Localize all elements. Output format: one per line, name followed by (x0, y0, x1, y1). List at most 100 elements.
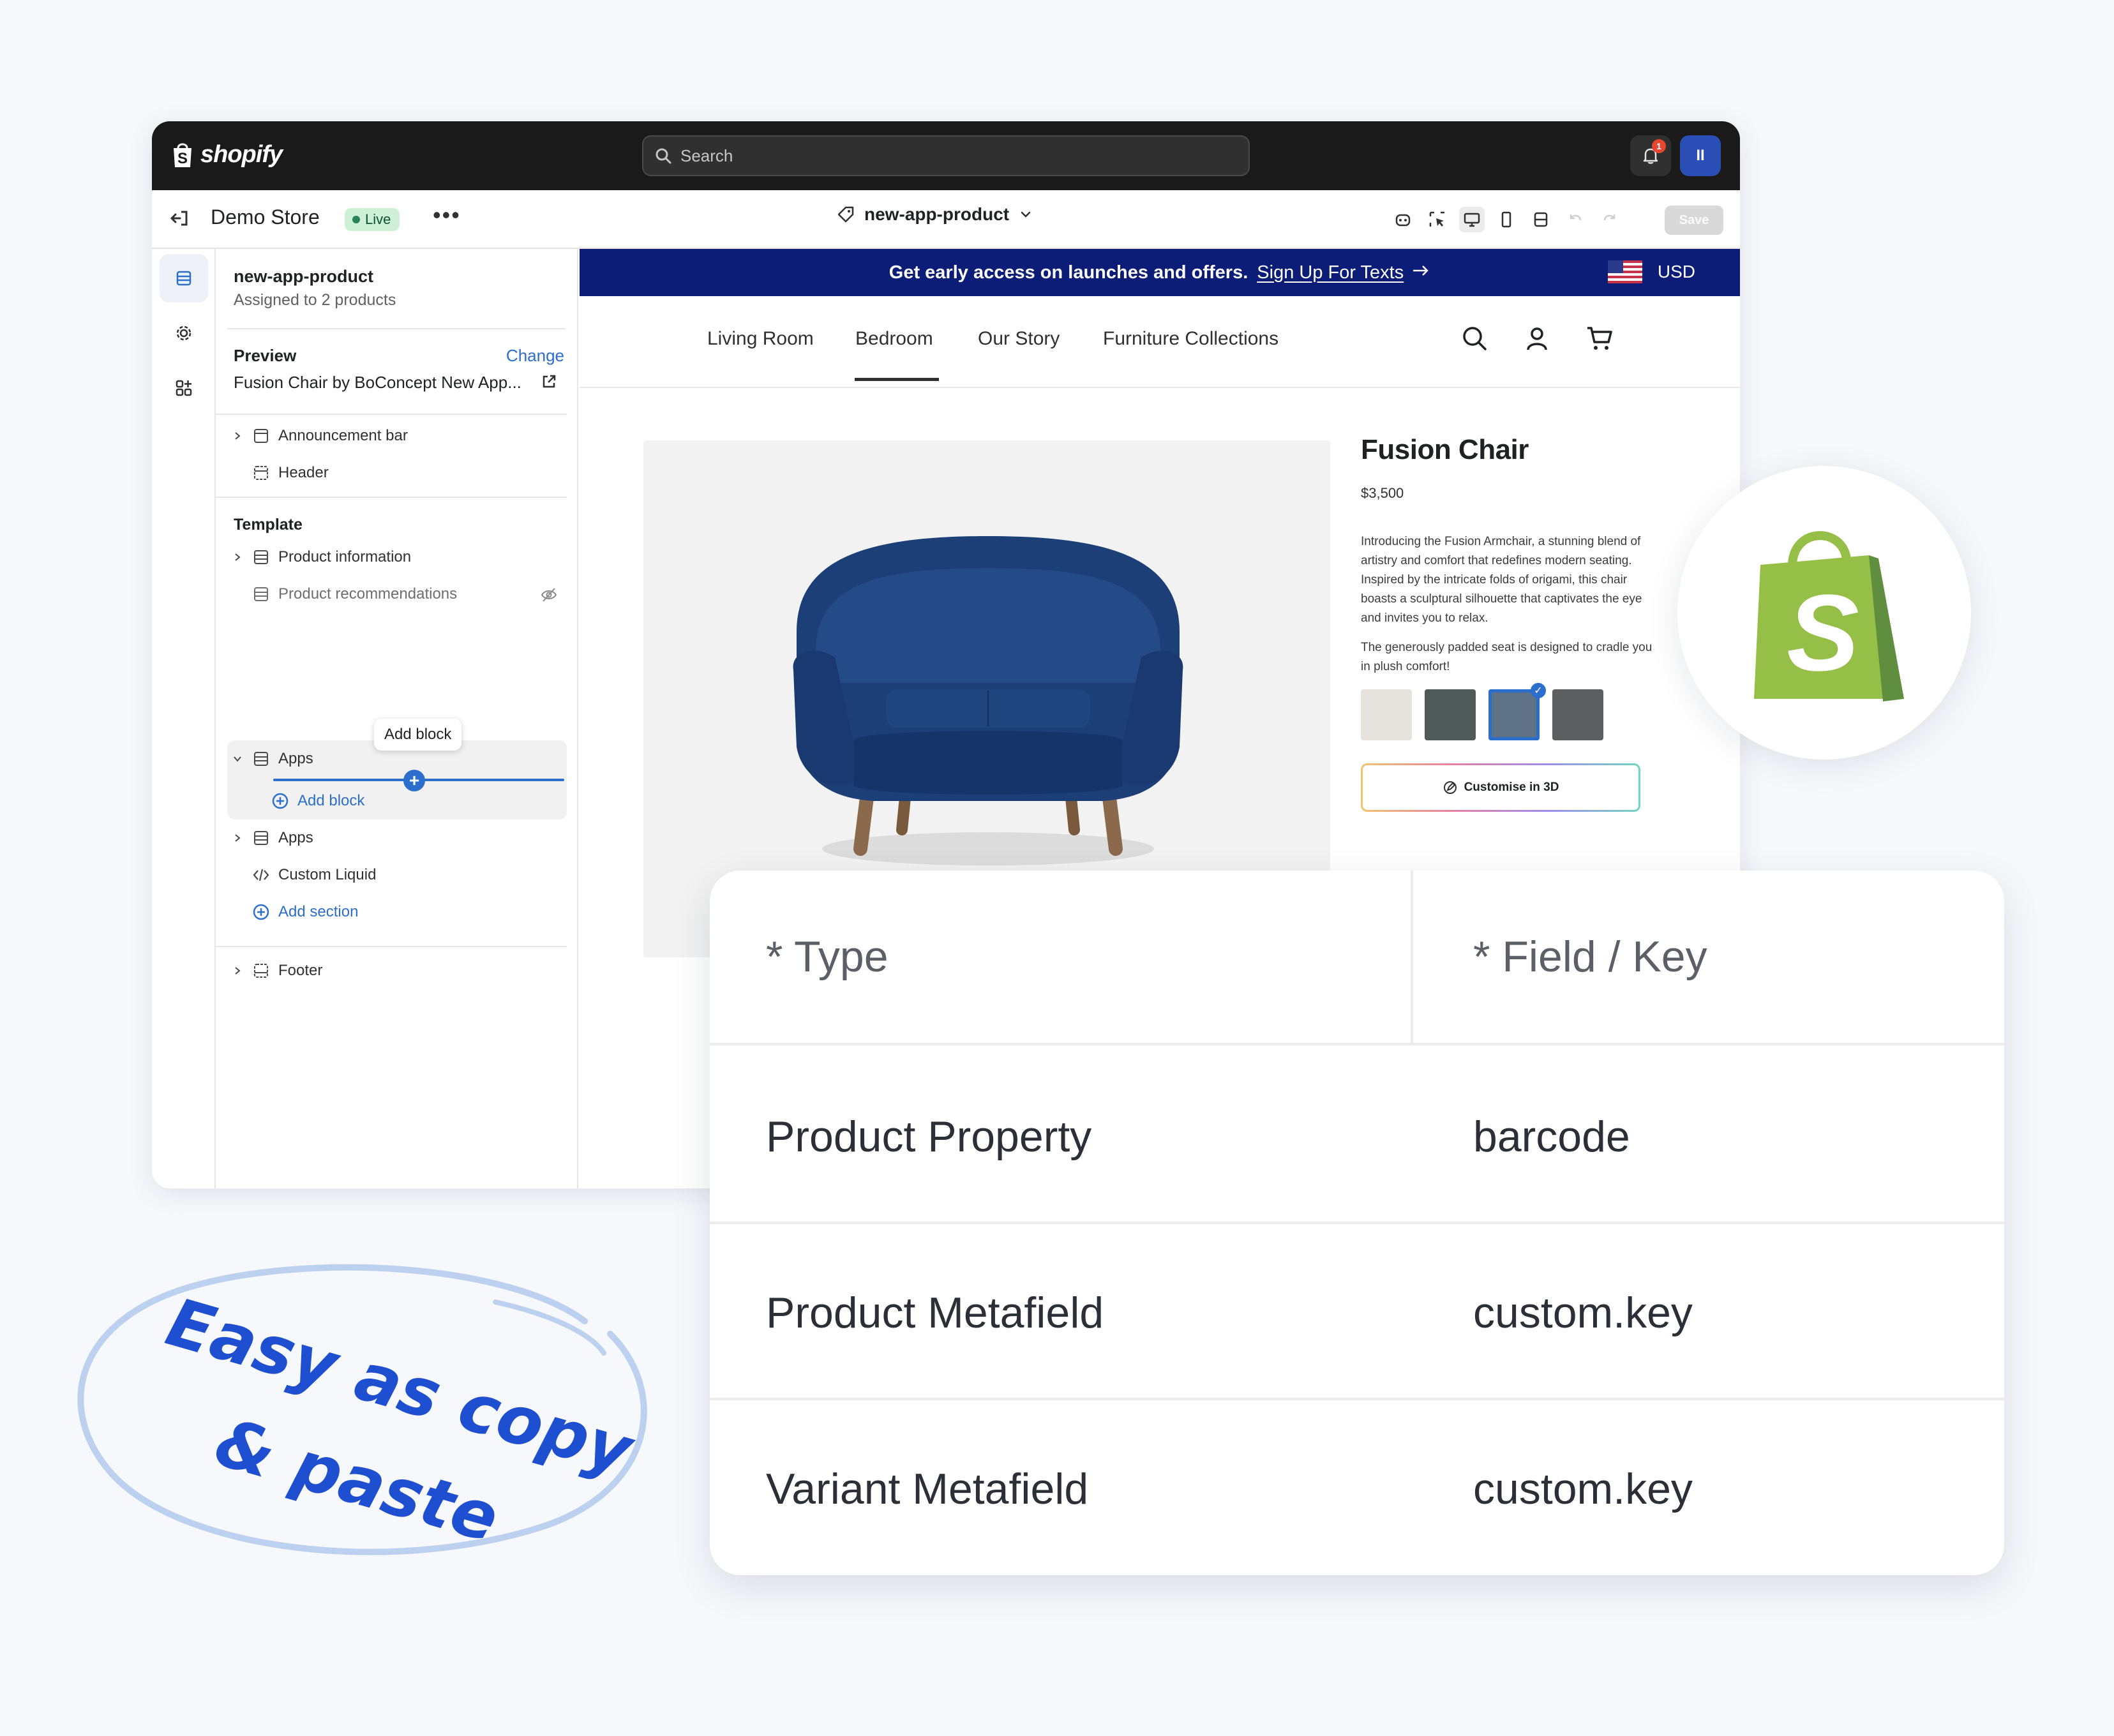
account-avatar-button[interactable]: II (1680, 135, 1721, 176)
announcement-bar: Get early access on launches and offers.… (580, 249, 1740, 296)
product-price: $3,500 (1361, 485, 1404, 501)
store-header-nav: Living Room Bedroom Our Story Furniture … (580, 296, 1740, 388)
preview-label: Preview (234, 346, 297, 365)
customise-3d-button[interactable]: Customise in 3D (1361, 763, 1640, 812)
chevron-right-icon (231, 833, 244, 843)
exit-editor-button[interactable] (167, 206, 193, 234)
nav-bedroom[interactable]: Bedroom (855, 328, 933, 350)
eye-off-icon (541, 588, 557, 602)
notifications-button[interactable]: 1 (1630, 135, 1671, 176)
search-icon (1463, 327, 1487, 350)
nav-our-story[interactable]: Our Story (978, 328, 1060, 350)
section-icon (251, 428, 271, 444)
template-name: new-app-product (864, 204, 1010, 224)
shopify-bag-logo-icon: S (1754, 531, 1904, 701)
inspector-button[interactable] (1425, 207, 1450, 232)
rail-settings-button[interactable] (160, 309, 208, 357)
chevron-right-icon (231, 552, 244, 562)
type-cell: Product Metafield (766, 1289, 1104, 1337)
desktop-view-button[interactable] (1459, 207, 1485, 232)
save-button[interactable]: Save (1665, 206, 1723, 235)
nav-furniture-collections[interactable]: Furniture Collections (1103, 328, 1278, 350)
sections-panel: new-app-product Assigned to 2 products P… (216, 249, 578, 1188)
section-icon (251, 751, 271, 767)
add-section-label: Add section (278, 903, 359, 920)
template-selector[interactable]: new-app-product (836, 204, 1033, 225)
shopify-logo[interactable]: S shopify (170, 140, 283, 168)
section-label: Apps (278, 829, 313, 846)
hidden-section-toggle[interactable] (540, 586, 558, 607)
shopify-wordmark: shopify (200, 140, 283, 168)
redo-icon (1603, 214, 1615, 221)
field-key-cell: barcode (1473, 1112, 1630, 1161)
store-account-button[interactable] (1523, 324, 1551, 355)
live-dot-icon (352, 216, 360, 223)
section-label: Apps (278, 750, 313, 767)
section-announcement-bar[interactable]: Announcement bar (231, 420, 563, 452)
svg-text:S: S (177, 150, 188, 167)
table-row[interactable]: Product Metafield custom.key (710, 1224, 2004, 1400)
section-custom-liquid[interactable]: Custom Liquid (231, 859, 563, 891)
editor-view-controls (1390, 207, 1623, 232)
product-description-paragraph: The generously padded seat is designed t… (1361, 641, 1653, 673)
currency-code: USD (1657, 262, 1695, 281)
table-row[interactable]: Variant Metafield custom.key (710, 1400, 2004, 1575)
currency-selector[interactable]: USD (1607, 260, 1695, 283)
undo-button[interactable] (1563, 207, 1588, 232)
table-row[interactable]: Product Property barcode (710, 1048, 2004, 1224)
plus-circle-icon (271, 792, 290, 810)
chevron-down-icon (231, 754, 244, 764)
editor-left-rail (152, 249, 216, 1188)
shopify-bag-icon: S (174, 143, 191, 167)
field-key-column-header: * Field / Key (1473, 932, 1707, 981)
arrow-right-icon (1411, 262, 1430, 283)
user-icon (1527, 327, 1547, 350)
rail-apps-button[interactable] (160, 364, 208, 412)
shopify-logo-badge: S (1677, 466, 1971, 760)
nav-living-room[interactable]: Living Room (707, 328, 814, 350)
sections-icon (176, 271, 191, 286)
swatch-option[interactable] (1552, 689, 1603, 740)
svg-text:S: S (1787, 572, 1859, 694)
chevron-down-icon (1021, 211, 1031, 218)
swatch-option[interactable] (1425, 689, 1476, 740)
store-cart-button[interactable] (1585, 324, 1614, 355)
preview-product-name[interactable]: Fusion Chair by BoConcept New App... (234, 373, 534, 393)
mobile-view-button[interactable] (1494, 207, 1519, 232)
add-block-tooltip: Add block (374, 719, 462, 751)
field-key-cell: custom.key (1473, 1289, 1693, 1337)
section-label: Product information (278, 548, 412, 565)
template-group-label: Template (234, 516, 303, 534)
more-actions-button[interactable]: ••• (433, 202, 461, 228)
fullscreen-view-button[interactable] (1528, 207, 1554, 232)
section-product-information[interactable]: Product information (231, 541, 563, 573)
cursor-select-icon (1429, 211, 1444, 227)
section-header[interactable]: Header (231, 457, 563, 489)
admin-top-bar: S shopify Search 1 II (152, 121, 1740, 190)
swatch-option-selected[interactable]: ✓ (1488, 683, 1546, 740)
section-label: Custom Liquid (278, 866, 377, 883)
change-preview-link[interactable]: Change (506, 346, 564, 366)
ai-assistant-button[interactable] (1390, 207, 1416, 232)
sign-up-link[interactable]: Sign Up For Texts (1257, 262, 1404, 283)
section-footer[interactable]: Footer (231, 955, 563, 987)
gear-icon (176, 326, 191, 341)
notification-count-badge: 1 (1652, 139, 1666, 153)
rail-sections-button[interactable] (160, 254, 208, 303)
open-external-button[interactable] (540, 373, 558, 394)
field-key-cell: custom.key (1473, 1465, 1693, 1513)
section-icon (251, 465, 271, 481)
admin-search-input[interactable]: Search (642, 135, 1250, 176)
announcement-text: Get early access on launches and offers. (888, 262, 1248, 283)
code-icon (251, 867, 271, 883)
section-label: Footer (278, 962, 323, 979)
section-apps[interactable]: Apps (231, 822, 563, 854)
mobile-icon (1501, 211, 1511, 228)
add-section-button[interactable]: Add section (231, 896, 563, 928)
store-search-button[interactable] (1460, 324, 1488, 355)
section-product-recommendations[interactable]: Product recommendations (231, 578, 563, 610)
panel-divider (216, 497, 567, 498)
swatch-option[interactable] (1361, 689, 1412, 740)
redo-button[interactable] (1597, 207, 1623, 232)
add-block-button[interactable]: Add block (271, 785, 603, 817)
